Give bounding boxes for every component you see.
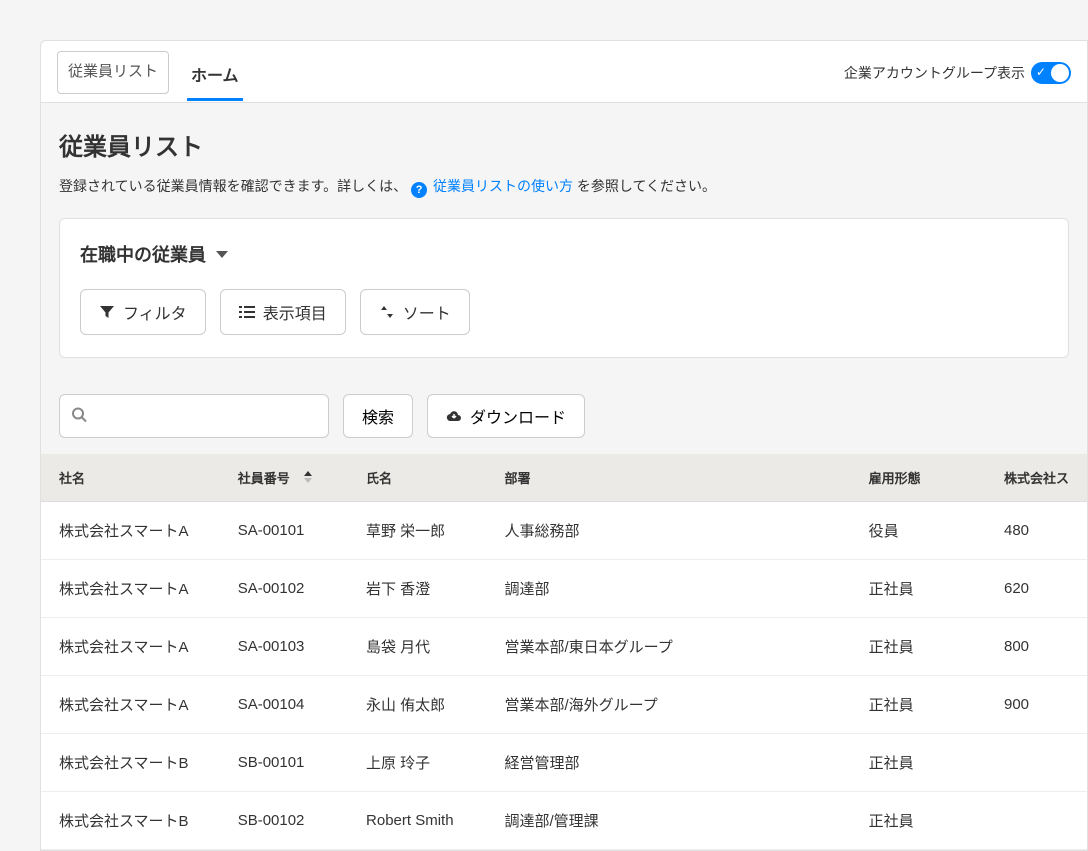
cell-extra	[986, 734, 1087, 792]
cell-company: 株式会社スマートA	[41, 502, 220, 560]
th-emp-id-label: 社員番号	[238, 471, 290, 486]
page-description: 登録されている従業員情報を確認できます。詳しくは、 ? 従業員リストの使い方 を…	[41, 176, 1087, 218]
table-row[interactable]: 株式会社スマートASA-00104永山 侑太郎営業本部/海外グループ正社員900	[41, 676, 1087, 734]
cell-dept: 調達部	[487, 560, 851, 618]
cell-name: Robert Smith	[348, 792, 487, 850]
help-link[interactable]: 従業員リストの使い方	[433, 178, 573, 194]
desc-text-pre: 登録されている従業員情報を確認できます。詳しくは、	[59, 178, 407, 194]
search-input[interactable]	[59, 394, 329, 438]
sort-button-label: ソート	[403, 300, 451, 324]
cell-extra: 480	[986, 502, 1087, 560]
cell-dept: 営業本部/海外グループ	[487, 676, 851, 734]
filter-panel: 在職中の従業員 フィルタ 表示項目	[59, 218, 1069, 358]
cell-emp_type: 正社員	[851, 560, 986, 618]
sort-button[interactable]: ソート	[360, 289, 470, 335]
chevron-down-icon	[216, 251, 228, 258]
th-name[interactable]: 氏名	[348, 454, 487, 502]
page-title: 従業員リスト	[41, 127, 1087, 176]
status-dropdown-label: 在職中の従業員	[80, 241, 206, 267]
tab-bar: 従業員リスト ホーム 企業アカウントグループ表示 ✓	[41, 41, 1087, 103]
table-row[interactable]: 株式会社スマートBSB-00101上原 玲子経営管理部正社員	[41, 734, 1087, 792]
cell-emp_id: SA-00101	[220, 502, 348, 560]
cell-emp_id: SB-00102	[220, 792, 348, 850]
download-button[interactable]: ダウンロード	[427, 394, 585, 438]
cell-company: 株式会社スマートA	[41, 560, 220, 618]
table-row[interactable]: 株式会社スマートASA-00101草野 栄一郎人事総務部役員480	[41, 502, 1087, 560]
cell-dept: 経営管理部	[487, 734, 851, 792]
cell-emp_type: 正社員	[851, 792, 986, 850]
cell-emp_type: 正社員	[851, 734, 986, 792]
cell-emp_type: 正社員	[851, 618, 986, 676]
table-row[interactable]: 株式会社スマートBSB-00102Robert Smith調達部/管理課正社員	[41, 792, 1087, 850]
employee-table: 社名 社員番号 氏名 部署 雇用形態 株式会社ス 株式会社スマートASA-	[41, 454, 1087, 850]
cell-name: 草野 栄一郎	[348, 502, 487, 560]
th-emp-type[interactable]: 雇用形態	[851, 454, 986, 502]
cell-name: 島袋 月代	[348, 618, 487, 676]
cell-dept: 営業本部/東日本グループ	[487, 618, 851, 676]
cell-company: 株式会社スマートB	[41, 734, 220, 792]
table-row[interactable]: 株式会社スマートASA-00103島袋 月代営業本部/東日本グループ正社員800	[41, 618, 1087, 676]
list-icon	[239, 304, 255, 320]
cell-extra: 900	[986, 676, 1087, 734]
cell-emp_type: 正社員	[851, 676, 986, 734]
cell-company: 株式会社スマートB	[41, 792, 220, 850]
tab-employee-list[interactable]: 従業員リスト	[57, 51, 169, 94]
cell-name: 永山 侑太郎	[348, 676, 487, 734]
search-icon	[71, 407, 87, 426]
cell-emp_type: 役員	[851, 502, 986, 560]
download-icon	[446, 408, 462, 424]
tab-home[interactable]: ホーム	[187, 54, 243, 101]
cell-extra	[986, 792, 1087, 850]
status-dropdown[interactable]: 在職中の従業員	[80, 241, 228, 267]
account-group-toggle[interactable]: ✓	[1031, 62, 1071, 84]
cell-extra: 800	[986, 618, 1087, 676]
th-emp-id[interactable]: 社員番号	[220, 454, 348, 502]
cell-company: 株式会社スマートA	[41, 676, 220, 734]
filter-button-label: フィルタ	[123, 300, 187, 324]
info-icon: ?	[411, 182, 427, 198]
desc-text-post: を参照してください。	[577, 178, 716, 194]
sort-icon	[379, 304, 395, 320]
cell-extra: 620	[986, 560, 1087, 618]
search-box	[59, 394, 329, 438]
cell-emp_id: SA-00102	[220, 560, 348, 618]
cell-emp_id: SA-00104	[220, 676, 348, 734]
th-extra[interactable]: 株式会社ス	[986, 454, 1087, 502]
cell-company: 株式会社スマートA	[41, 618, 220, 676]
th-company[interactable]: 社名	[41, 454, 220, 502]
funnel-icon	[99, 304, 115, 320]
sort-asc-icon	[303, 471, 313, 486]
cell-emp_id: SA-00103	[220, 618, 348, 676]
filter-button[interactable]: フィルタ	[80, 289, 206, 335]
cell-dept: 人事総務部	[487, 502, 851, 560]
columns-button[interactable]: 表示項目	[220, 289, 346, 335]
search-button-label: 検索	[362, 404, 394, 428]
cell-name: 岩下 香澄	[348, 560, 487, 618]
th-dept[interactable]: 部署	[487, 454, 851, 502]
search-button[interactable]: 検索	[343, 394, 413, 438]
download-button-label: ダウンロード	[470, 404, 566, 428]
cell-emp_id: SB-00101	[220, 734, 348, 792]
account-group-toggle-label: 企業アカウントグループ表示	[844, 63, 1025, 83]
columns-button-label: 表示項目	[263, 300, 327, 324]
cell-name: 上原 玲子	[348, 734, 487, 792]
check-icon: ✓	[1036, 65, 1046, 79]
table-row[interactable]: 株式会社スマートASA-00102岩下 香澄調達部正社員620	[41, 560, 1087, 618]
cell-dept: 調達部/管理課	[487, 792, 851, 850]
